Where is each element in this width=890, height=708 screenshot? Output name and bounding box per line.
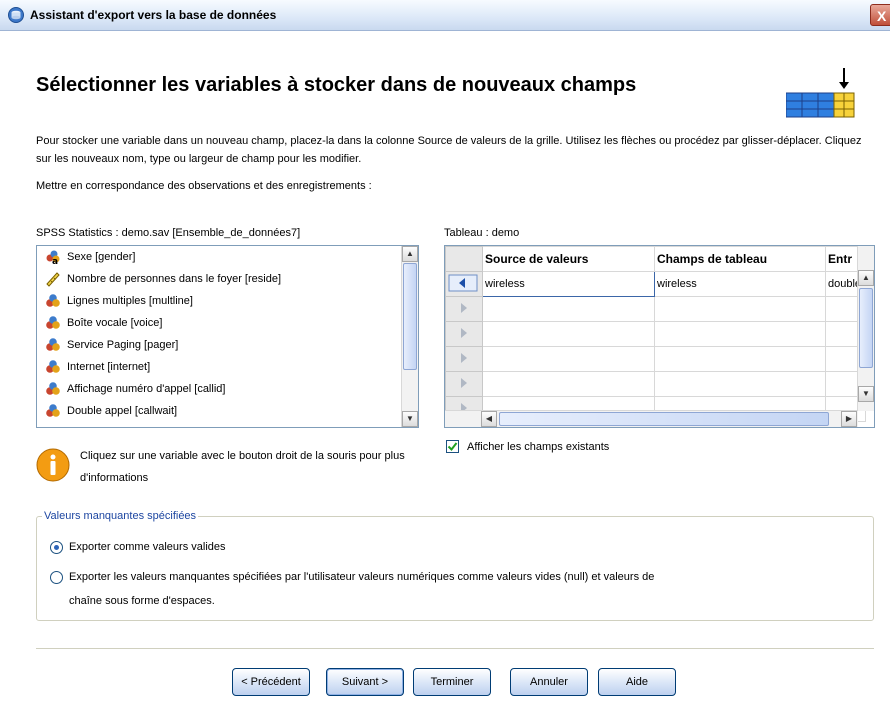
database-app-icon (8, 7, 24, 23)
show-existing-fields-checkbox[interactable] (446, 440, 459, 453)
info-text: Cliquez sur une variable avec le bouton … (80, 445, 410, 489)
finish-button[interactable]: Terminer (413, 668, 491, 696)
grid-cell[interactable] (654, 296, 826, 322)
variable-list[interactable]: a Sexe [gender] Nombre de personnes dans… (36, 245, 419, 428)
scroll-up-button[interactable]: ▲ (402, 246, 418, 262)
svg-text:a: a (52, 257, 58, 265)
list-item-label: Double appel [callwait] (67, 405, 178, 417)
arrow-right-icon (461, 302, 467, 313)
grid-cell[interactable]: wireless (654, 271, 826, 297)
info-icon (36, 448, 70, 482)
export-valid-label[interactable]: Exporter comme valeurs valides (69, 537, 226, 557)
arrow-left-icon (448, 274, 478, 291)
table-row[interactable] (445, 296, 866, 322)
arrow-right-icon (461, 377, 467, 388)
list-item[interactable]: Internet [internet] (37, 356, 397, 378)
close-button[interactable]: X (870, 4, 890, 26)
grid-cell[interactable]: wireless (482, 271, 655, 297)
info-message: Cliquez sur une variable avec le bouton … (80, 450, 405, 484)
scale-ruler-icon (46, 272, 60, 287)
nominal-string-icon: a (46, 250, 60, 265)
nominal-icon (46, 316, 60, 329)
list-item[interactable]: Double appel [callwait] (37, 400, 397, 422)
table-row[interactable] (445, 371, 866, 397)
table-export-icon (786, 68, 855, 118)
column-header[interactable]: Champs de tableau (654, 246, 826, 272)
arrow-right-icon (461, 352, 467, 363)
grid-cell[interactable] (654, 321, 826, 347)
list-item-label: Service Paging [pager] (67, 339, 179, 351)
back-button[interactable]: < Précédent (232, 668, 310, 696)
scroll-thumb[interactable] (499, 412, 829, 426)
list-item[interactable]: Lignes multiples [multline] (37, 290, 397, 312)
scroll-down-button[interactable]: ▼ (858, 386, 874, 402)
grid-horizontal-scrollbar[interactable]: ◀ ▶ (445, 410, 858, 427)
grid-cell[interactable] (654, 346, 826, 372)
field-grid[interactable]: Source de valeurs Champs de tableau Entr… (444, 245, 875, 428)
grid-cell[interactable] (654, 371, 826, 397)
nominal-icon (46, 404, 60, 417)
source-label: SPSS Statistics : demo.sav [Ensemble_de_… (36, 227, 301, 239)
export-wizard-window: Assistant d'export vers la base de donné… (0, 0, 890, 708)
next-button[interactable]: Suivant > (326, 668, 404, 696)
help-button[interactable]: Aide (598, 668, 676, 696)
instructions-text: Pour stocker une variable dans un nouvea… (36, 135, 862, 165)
grid-corner (445, 246, 483, 272)
grid-cell[interactable] (482, 346, 655, 372)
table-row[interactable]: wireless wireless double (445, 271, 866, 297)
scroll-right-button[interactable]: ▶ (841, 411, 857, 427)
checkmark-icon (447, 442, 458, 452)
grid-cell[interactable] (482, 296, 655, 322)
scroll-down-button[interactable]: ▼ (402, 411, 418, 427)
export-null-label-continued: chaîne sous forme d'espaces. (69, 595, 215, 607)
nominal-icon (46, 382, 60, 395)
match-label: Mettre en correspondance des observation… (36, 180, 372, 192)
list-item[interactable]: a Sexe [gender] (37, 246, 397, 268)
grid-cell[interactable] (482, 371, 655, 397)
list-item-label: Boîte vocale [voice] (67, 317, 163, 329)
list-item[interactable]: Nombre de personnes dans le foyer [resid… (37, 268, 397, 290)
export-null-label[interactable]: Exporter les valeurs manquantes spécifié… (69, 567, 654, 587)
scroll-thumb[interactable] (859, 288, 873, 368)
row-move-left-button[interactable] (445, 271, 483, 297)
nominal-icon (46, 294, 60, 307)
page-title: Sélectionner les variables à stocker dan… (36, 74, 637, 96)
button-separator (36, 648, 874, 649)
list-scrollbar[interactable]: ▲ ▼ (401, 246, 418, 427)
cancel-button[interactable]: Annuler (510, 668, 588, 696)
export-null-radio[interactable] (50, 571, 63, 584)
row-move-right-button[interactable] (445, 296, 483, 322)
table-row[interactable] (445, 321, 866, 347)
row-move-right-button[interactable] (445, 371, 483, 397)
table-row[interactable] (445, 346, 866, 372)
column-header[interactable]: Source de valeurs (482, 246, 655, 272)
show-existing-fields-label[interactable]: Afficher les champs existants (467, 441, 609, 453)
scroll-up-button[interactable]: ▲ (858, 270, 874, 286)
export-valid-radio[interactable] (50, 541, 63, 554)
scroll-thumb[interactable] (403, 263, 417, 370)
list-item-label: Affichage numéro d'appel [callid] (67, 383, 226, 395)
list-item-label: Sexe [gender] (67, 251, 136, 263)
missing-values-legend: Valeurs manquantes spécifiées (42, 510, 199, 522)
title-bar: Assistant d'export vers la base de donné… (0, 0, 890, 31)
list-item[interactable]: Boîte vocale [voice] (37, 312, 397, 334)
list-item-label: Lignes multiples [multline] (67, 295, 193, 307)
row-move-right-button[interactable] (445, 346, 483, 372)
list-item-label: Nombre de personnes dans le foyer [resid… (67, 273, 282, 285)
list-item[interactable]: Affichage numéro d'appel [callid] (37, 378, 397, 400)
grid-vertical-scrollbar[interactable]: ▲ ▼ (857, 246, 874, 411)
scroll-left-button[interactable]: ◀ (481, 411, 497, 427)
arrow-right-icon (461, 327, 467, 338)
window-title: Assistant d'export vers la base de donné… (30, 8, 277, 22)
list-item-label: Internet [internet] (67, 361, 151, 373)
nominal-icon (46, 360, 60, 373)
grid-cell[interactable] (482, 321, 655, 347)
table-label: Tableau : demo (444, 227, 520, 239)
nominal-icon (46, 338, 60, 351)
row-move-right-button[interactable] (445, 321, 483, 347)
list-item[interactable]: Service Paging [pager] (37, 334, 397, 356)
